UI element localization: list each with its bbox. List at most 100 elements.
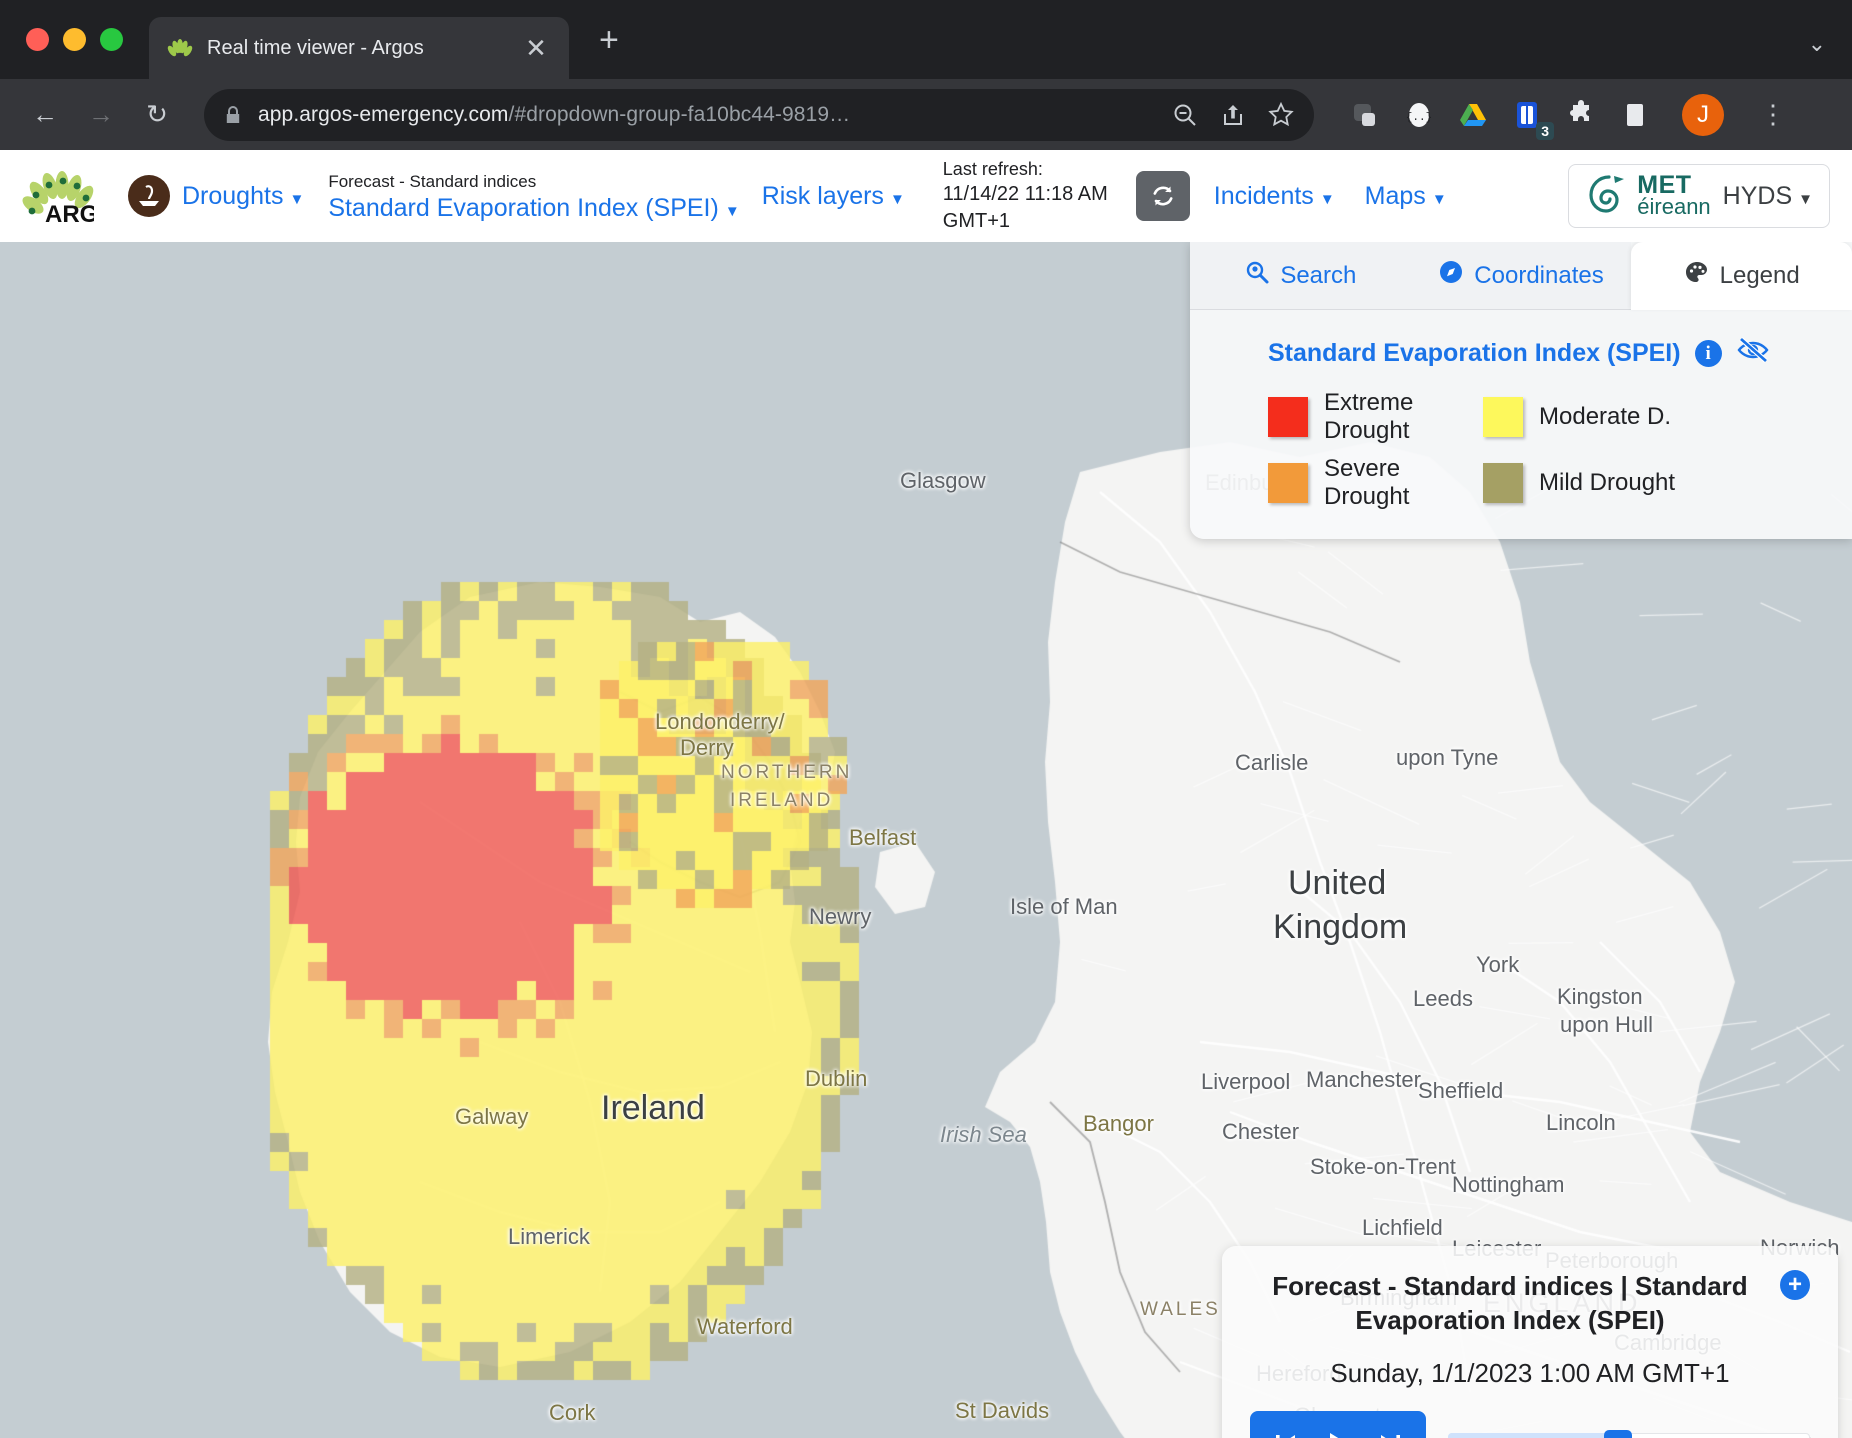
droughts-menu[interactable]: Droughts ▼ bbox=[128, 175, 304, 217]
slider-fill bbox=[1448, 1433, 1618, 1438]
forward-button[interactable]: → bbox=[78, 92, 124, 138]
chevron-down-icon[interactable]: ⌄ bbox=[1808, 31, 1826, 57]
legend-title-row: Standard Evaporation Index (SPEI) i bbox=[1268, 336, 1852, 371]
legend-swatch bbox=[1483, 463, 1523, 503]
avatar[interactable]: J bbox=[1682, 94, 1724, 136]
tab-legend[interactable]: Legend bbox=[1631, 242, 1852, 310]
tab-title: Real time viewer - Argos bbox=[207, 37, 507, 60]
chevron-down-icon: ▼ bbox=[1432, 191, 1447, 208]
legend-items: Extreme Drought Moderate D. Severe Droug… bbox=[1268, 389, 1852, 511]
tab-legend-label: Legend bbox=[1720, 262, 1800, 290]
legend-tab-bar: Search Coordinates Legend bbox=[1190, 242, 1852, 310]
close-icon[interactable]: ✕ bbox=[521, 33, 551, 63]
browser-window: Real time viewer - Argos ✕ + ⌄ ← → ↻ app… bbox=[0, 0, 1852, 1438]
legend-item[interactable]: Mild Drought bbox=[1483, 455, 1852, 511]
playback-button-group bbox=[1250, 1411, 1426, 1438]
indices-main-label[interactable]: Standard Evaporation Index (SPEI) ▼ bbox=[328, 194, 739, 223]
legend-title: Standard Evaporation Index (SPEI) bbox=[1268, 339, 1681, 368]
maps-menu[interactable]: Maps ▼ bbox=[1365, 182, 1447, 211]
sidebar-toggle-icon[interactable] bbox=[1618, 98, 1652, 132]
time-panel-header: Forecast - Standard indices | Standard E… bbox=[1250, 1270, 1810, 1338]
time-panel-title: Forecast - Standard indices | Standard E… bbox=[1250, 1270, 1770, 1338]
address-bar[interactable]: app.argos-emergency.com/#dropdown-group-… bbox=[204, 89, 1314, 141]
reload-button[interactable]: ↻ bbox=[134, 92, 180, 138]
met-eireann-logo: MET éireann bbox=[1585, 171, 1710, 221]
url-path: /#dropdown-group-fa10bc44-9819… bbox=[509, 103, 851, 126]
new-tab-button[interactable]: + bbox=[599, 23, 619, 79]
copy-extension-icon[interactable] bbox=[1348, 98, 1382, 132]
last-refresh: Last refresh: 11/14/22 11:18 AM GMT+1 bbox=[943, 157, 1108, 235]
chevron-down-icon: ▼ bbox=[1798, 191, 1813, 208]
compass-icon bbox=[1438, 259, 1464, 292]
minimize-window-button[interactable] bbox=[63, 28, 86, 51]
extension-icons: {..} 3 J ⋮ bbox=[1348, 94, 1786, 136]
legend-item-label: Extreme Drought bbox=[1324, 389, 1483, 445]
notes-extension-icon[interactable]: 3 bbox=[1510, 98, 1544, 132]
json-viewer-extension-icon[interactable]: {..} bbox=[1402, 98, 1436, 132]
browser-tab[interactable]: Real time viewer - Argos ✕ bbox=[149, 17, 569, 79]
legend-item[interactable]: Extreme Drought bbox=[1268, 389, 1483, 445]
legend-item[interactable]: Severe Drought bbox=[1268, 455, 1483, 511]
play-button[interactable] bbox=[1324, 1430, 1352, 1438]
tab-strip: Real time viewer - Argos ✕ + ⌄ bbox=[0, 0, 1852, 79]
extension-badge-count: 3 bbox=[1536, 122, 1554, 140]
legend-swatch bbox=[1483, 397, 1523, 437]
refresh-button[interactable] bbox=[1136, 171, 1190, 221]
refresh-icon bbox=[1149, 182, 1177, 210]
puzzle-extensions-icon[interactable] bbox=[1564, 98, 1598, 132]
legend-swatch bbox=[1268, 463, 1308, 503]
search-pin-icon bbox=[1244, 259, 1270, 292]
tab-coordinates[interactable]: Coordinates bbox=[1411, 242, 1632, 310]
indices-selector[interactable]: Forecast - Standard indices Standard Eva… bbox=[328, 169, 739, 224]
hyds-menu[interactable]: HYDS ▼ bbox=[1723, 182, 1813, 211]
add-layer-button[interactable]: + bbox=[1780, 1270, 1810, 1300]
time-slider[interactable] bbox=[1448, 1433, 1810, 1438]
last-refresh-label: Last refresh: bbox=[943, 157, 1108, 181]
google-drive-extension-icon[interactable] bbox=[1456, 98, 1490, 132]
chevron-down-icon: ▼ bbox=[1320, 191, 1335, 208]
window-traffic-lights bbox=[26, 28, 123, 79]
playback-controls bbox=[1250, 1411, 1810, 1438]
browser-menu-icon[interactable]: ⋮ bbox=[1760, 107, 1786, 123]
url-host: app.argos-emergency.com bbox=[258, 103, 509, 126]
svg-text:ARGOS: ARGOS bbox=[45, 201, 94, 225]
back-button[interactable]: ← bbox=[22, 92, 68, 138]
share-icon[interactable] bbox=[1218, 100, 1248, 130]
bookmark-star-icon[interactable] bbox=[1266, 100, 1296, 130]
drought-icon bbox=[128, 175, 170, 217]
legend-item[interactable]: Moderate D. bbox=[1483, 389, 1852, 445]
incidents-menu[interactable]: Incidents ▼ bbox=[1214, 182, 1335, 211]
eye-slash-icon[interactable] bbox=[1736, 336, 1770, 371]
chevron-down-icon: ▼ bbox=[289, 191, 304, 208]
close-window-button[interactable] bbox=[26, 28, 49, 51]
info-icon[interactable]: i bbox=[1695, 340, 1722, 367]
last-refresh-value: 11/14/22 11:18 AM bbox=[943, 181, 1108, 208]
last-refresh-timezone: GMT+1 bbox=[943, 208, 1108, 235]
legend-item-label: Moderate D. bbox=[1539, 403, 1671, 431]
chevron-down-icon: ▼ bbox=[725, 203, 740, 220]
argos-logo[interactable]: ARGOS bbox=[22, 167, 94, 225]
map-viewport[interactable]: GlasgowEdinburghLondonderry/DerryNORTHER… bbox=[0, 242, 1852, 1438]
indices-subtitle: Forecast - Standard indices bbox=[328, 169, 739, 195]
legend-panel: Search Coordinates Legend Standard Evapo… bbox=[1190, 242, 1852, 539]
met-eireann-text: MET éireann bbox=[1637, 174, 1710, 219]
argos-fan-icon bbox=[167, 35, 193, 61]
browser-toolbar: ← → ↻ app.argos-emergency.com/#dropdown-… bbox=[0, 79, 1852, 150]
zoom-out-icon[interactable] bbox=[1170, 100, 1200, 130]
tab-search[interactable]: Search bbox=[1190, 242, 1411, 310]
skip-to-end-button[interactable] bbox=[1378, 1431, 1404, 1438]
risk-layers-menu[interactable]: Risk layers ▼ bbox=[762, 182, 905, 211]
met-eireann-block: MET éireann HYDS ▼ bbox=[1568, 164, 1830, 228]
legend-body: Standard Evaporation Index (SPEI) i Extr… bbox=[1190, 310, 1852, 539]
svg-text:{..}: {..} bbox=[1406, 112, 1432, 124]
time-control-panel: Forecast - Standard indices | Standard E… bbox=[1222, 1246, 1838, 1438]
skip-to-start-button[interactable] bbox=[1272, 1431, 1298, 1438]
maximize-window-button[interactable] bbox=[100, 28, 123, 51]
lock-icon bbox=[222, 104, 244, 126]
slider-thumb[interactable] bbox=[1604, 1430, 1632, 1438]
app-header: ARGOS Droughts▼ Forecast - Standard indi… bbox=[0, 150, 1852, 242]
legend-swatch bbox=[1268, 397, 1308, 437]
chevron-down-icon: ▼ bbox=[890, 191, 905, 208]
palette-icon bbox=[1684, 260, 1710, 293]
droughts-label[interactable]: Droughts ▼ bbox=[182, 182, 304, 211]
